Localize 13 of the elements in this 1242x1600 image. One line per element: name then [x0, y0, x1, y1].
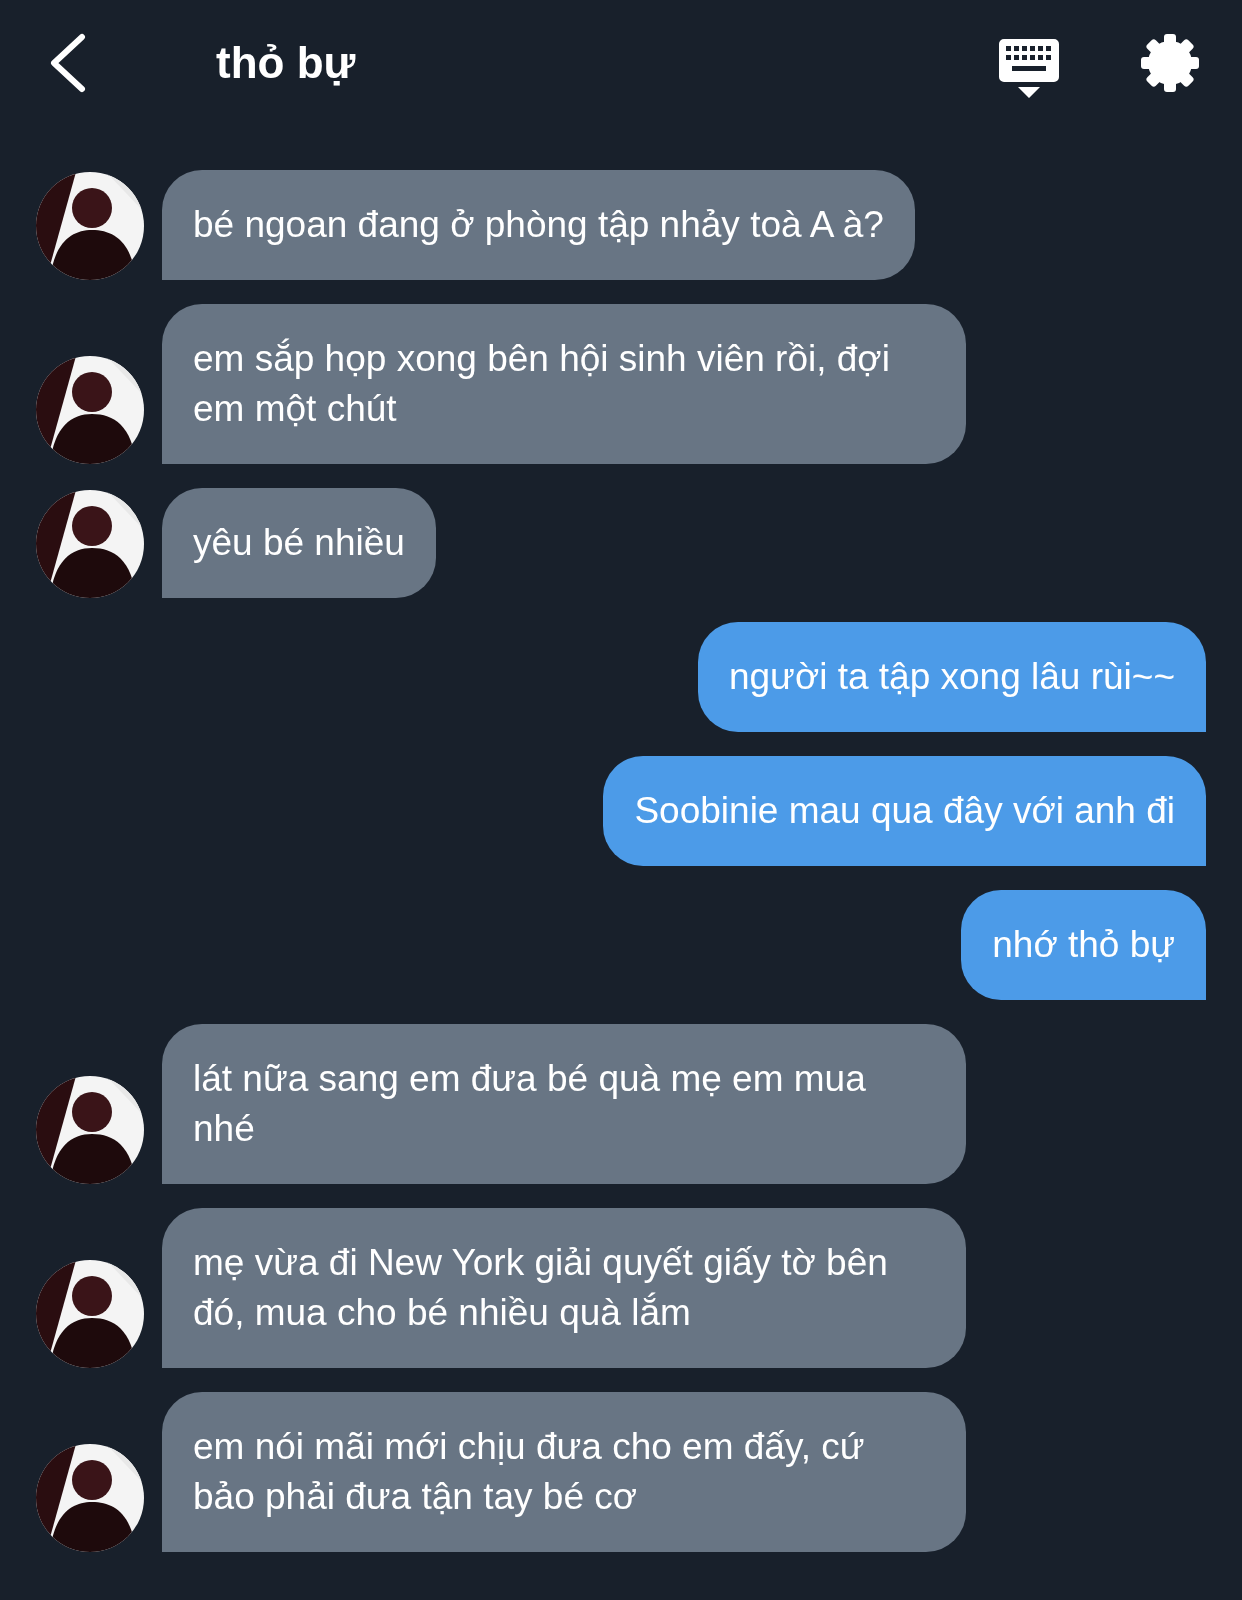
incoming-message: mẹ vừa đi New York giải quyết giấy tờ bên đó, mua cho bé nhiều quà lắm	[162, 1208, 966, 1368]
outgoing-message: Soobinie mau qua đây với anh đi	[603, 756, 1206, 866]
incoming-message: yêu bé nhiều	[162, 488, 436, 598]
back-icon[interactable]	[48, 32, 88, 93]
outgoing-message: nhớ thỏ bự	[961, 890, 1206, 1000]
incoming-message: bé ngoan đang ở phòng tập nhảy toà A à?	[162, 170, 915, 280]
incoming-message: em sắp họp xong bên hội sinh viên rồi, đợi em một chút	[162, 304, 966, 464]
keyboard-icon[interactable]	[998, 36, 1060, 99]
incoming-message: em nói mãi mới chịu đưa cho em đấy, cứ bảo phải đưa tận tay bé cơ	[162, 1392, 966, 1552]
incoming-message: lát nữa sang em đưa bé quà mẹ em mua nhé	[162, 1024, 966, 1184]
settings-icon[interactable]	[1140, 32, 1200, 93]
outgoing-message: người ta tập xong lâu rùi~~	[697, 622, 1206, 732]
chat-title: thỏ bự	[216, 37, 356, 88]
